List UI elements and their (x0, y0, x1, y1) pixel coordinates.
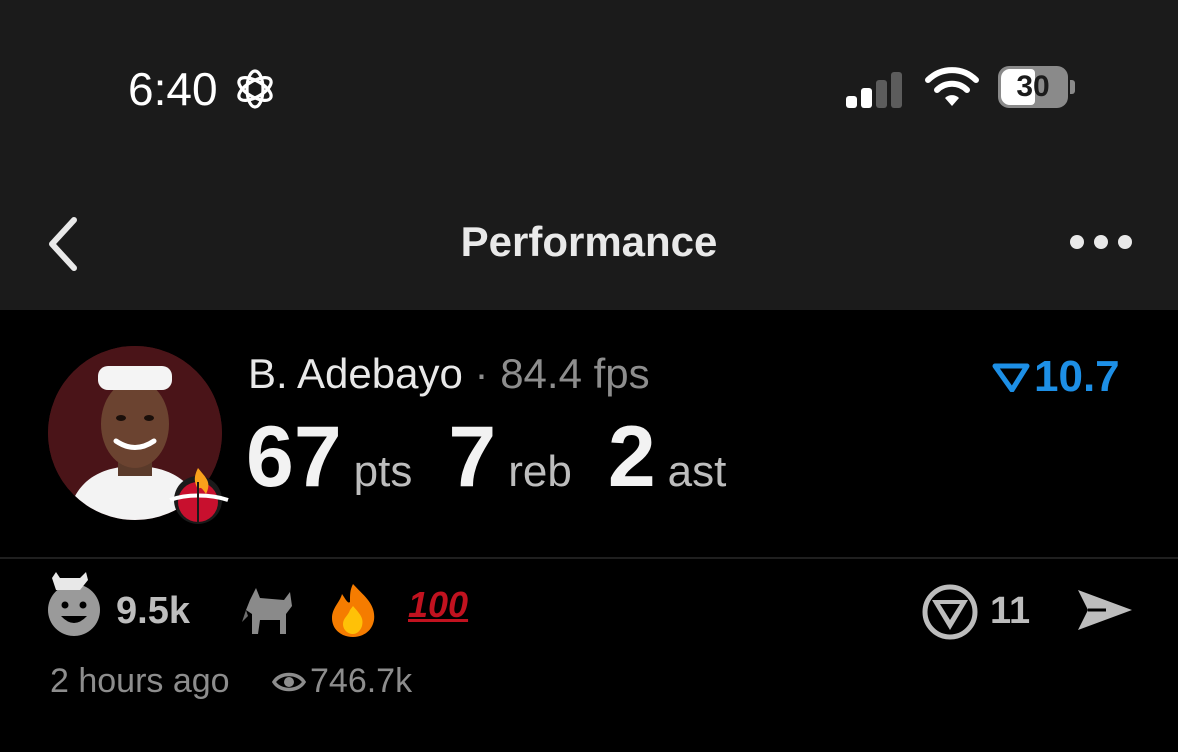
fire-emoji[interactable] (326, 582, 380, 649)
reaction-count: 9.5k (116, 590, 190, 632)
player-name[interactable]: B. Adebayo (248, 350, 463, 397)
view-count: 746.7k (310, 662, 413, 700)
miami-heat-logo (166, 464, 230, 533)
points-unit: pts (353, 447, 413, 496)
divider (0, 557, 1178, 559)
goat-emoji[interactable] (240, 582, 298, 649)
goat-smiley-icon (48, 572, 100, 636)
underdog-logo-icon (992, 363, 1030, 392)
rebounds-unit: reb (508, 447, 572, 496)
battery-icon: 30 (998, 66, 1075, 108)
status-bar-time-group: 6:40 (128, 62, 278, 116)
share-button[interactable] (1076, 586, 1134, 639)
assists-unit: ast (667, 447, 727, 496)
player-name-line: B. Adebayo · 84.4 fps (248, 350, 650, 398)
battery-level: 30 (1016, 70, 1050, 103)
add-reaction-button[interactable] (46, 568, 106, 643)
rebounds-value: 7 (448, 409, 497, 505)
battery-nub (1070, 80, 1075, 94)
eye-icon (272, 672, 306, 691)
points-value: 67 (246, 409, 342, 505)
fps-value: 84.4 fps (500, 350, 650, 397)
score-badge[interactable]: 10.7 (992, 352, 1120, 402)
send-icon (1078, 590, 1132, 630)
more-dots-icon (1070, 235, 1132, 249)
openai-logo-icon (232, 66, 278, 112)
signal-icon (846, 70, 906, 113)
underdog-comment-icon (922, 584, 978, 640)
hundred-emoji[interactable]: 100 (408, 584, 468, 626)
comment-count: 11 (990, 590, 1031, 632)
stat-line: 67 pts 7 reb 2 ast (246, 408, 762, 507)
post-timestamp: 2 hours ago (50, 662, 230, 700)
comments-button[interactable] (922, 584, 978, 645)
page-title: Performance (460, 218, 718, 265)
assists-value: 2 (607, 409, 656, 505)
more-options-button[interactable] (1068, 232, 1134, 257)
status-time: 6:40 (128, 63, 218, 115)
name-separator: · (474, 350, 489, 397)
score-badge-value: 10.7 (1034, 352, 1120, 401)
view-count-group: 746.7k (272, 662, 412, 701)
wifi-icon (924, 66, 980, 113)
